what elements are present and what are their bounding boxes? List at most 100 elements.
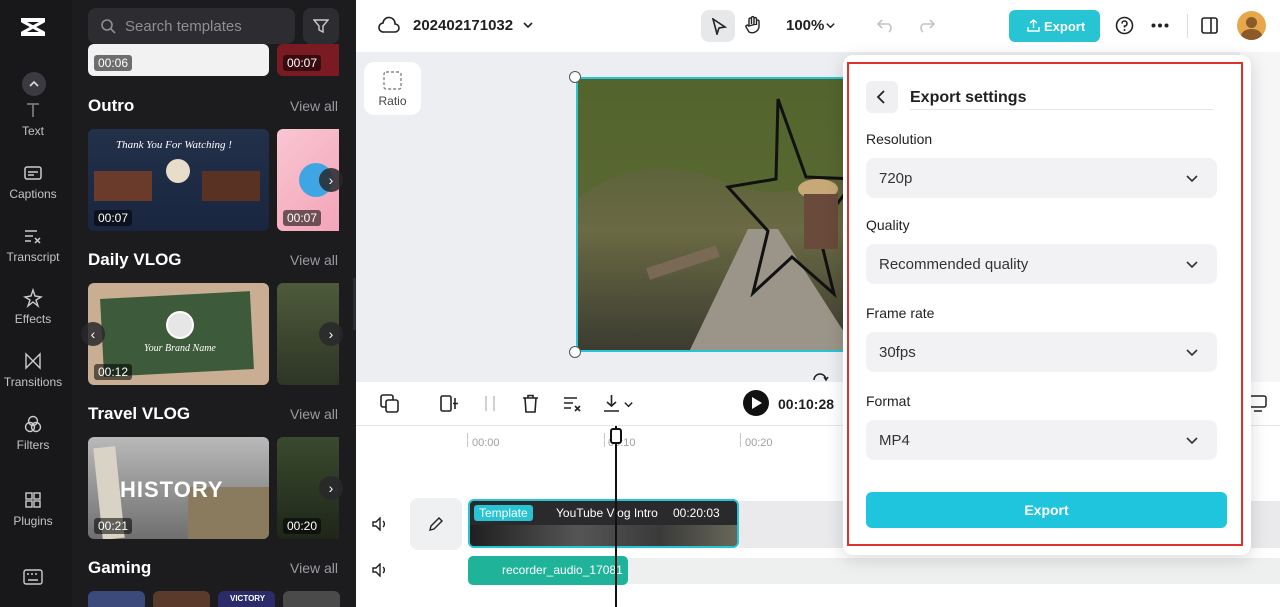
template-card-outro[interactable]: Thank You For Watching ! 00:07 — [88, 129, 269, 231]
card-text: Your Brand Name — [144, 343, 216, 354]
left-rail: Text Captions Transcript Effects Transit… — [0, 0, 72, 607]
copy-icon[interactable] — [380, 394, 399, 413]
filters-icon — [24, 415, 42, 433]
view-all-gaming[interactable]: View all — [290, 560, 338, 576]
resize-handle-bottom-left[interactable] — [569, 346, 581, 358]
current-timecode: 00:10:28 — [778, 396, 835, 412]
chevron-down-icon[interactable] — [825, 20, 836, 31]
rail-item-captions[interactable]: Captions — [0, 163, 66, 201]
rail-item-transitions[interactable]: Transitions — [0, 351, 66, 389]
search-placeholder: Search templates — [125, 18, 242, 35]
help-icon[interactable] — [1115, 16, 1134, 35]
highlight-border — [847, 62, 1243, 546]
template-card-travel-vlog[interactable]: HISTORY 00:21 — [88, 437, 269, 539]
duration-label: 00:06 — [94, 55, 133, 71]
duration-label: 00:07 — [94, 210, 133, 226]
next-arrow-daily-vlog[interactable]: › — [319, 322, 343, 346]
keyboard-icon[interactable] — [23, 569, 43, 585]
search-icon — [101, 19, 116, 34]
volume-icon[interactable] — [372, 563, 388, 577]
filter-button[interactable] — [303, 8, 339, 44]
hand-tool-icon[interactable] — [744, 15, 762, 35]
section-title-gaming: Gaming — [88, 558, 152, 577]
rail-collapse-button[interactable] — [22, 72, 46, 96]
captions-toggle-icon[interactable] — [1249, 394, 1267, 412]
divider — [1187, 14, 1188, 38]
template-card[interactable]: 00:07 — [277, 44, 339, 76]
audio-clip[interactable]: recorder_audio_17081 — [468, 556, 628, 585]
rail-item-effects[interactable]: Effects — [0, 288, 66, 326]
template-card-gaming-3[interactable]: VICTORY — [218, 591, 275, 607]
view-all-travel-vlog[interactable]: View all — [290, 406, 338, 422]
trim-icon[interactable] — [483, 394, 497, 413]
transcript-icon — [25, 230, 41, 244]
export-top-button[interactable]: Export — [1009, 10, 1100, 42]
clip-title: YouTube Vlog Intro — [556, 506, 658, 520]
more-options-icon[interactable] — [1151, 23, 1169, 28]
view-all-outro[interactable]: View all — [290, 98, 338, 114]
search-templates-input[interactable]: Search templates — [88, 8, 295, 44]
play-button[interactable] — [743, 390, 769, 416]
avatar[interactable] — [1237, 11, 1266, 40]
ratio-button[interactable]: Ratio — [364, 62, 421, 115]
resize-handle-top-left[interactable] — [569, 71, 581, 83]
duration-label: 00:07 — [283, 55, 322, 71]
template-card-daily-vlog[interactable]: Your Brand Name 00:12 — [88, 283, 269, 385]
download-icon[interactable] — [602, 394, 621, 413]
template-card-gaming-2[interactable] — [153, 591, 210, 607]
rail-item-transcript[interactable]: Transcript — [0, 226, 66, 264]
transitions-icon — [25, 352, 41, 370]
split-icon[interactable] — [440, 394, 460, 413]
video-preview[interactable] — [576, 77, 856, 352]
transcript-edit-icon[interactable] — [563, 394, 582, 413]
edit-clip-button[interactable] — [410, 498, 462, 550]
undo-icon[interactable] — [877, 17, 895, 33]
rail-item-label: Effects — [14, 312, 52, 326]
template-clip[interactable]: Template YouTube Vlog Intro 00:20:03 — [468, 499, 739, 548]
rail-item-label: Captions — [9, 187, 57, 201]
template-card-gaming-4[interactable] — [283, 591, 340, 607]
delete-icon[interactable] — [522, 394, 539, 413]
next-arrow-outro[interactable]: › — [319, 168, 343, 192]
template-card-gaming[interactable] — [88, 591, 145, 607]
template-card[interactable]: 00:06 — [88, 44, 269, 76]
duration-label: 00:07 — [283, 210, 322, 226]
view-all-daily-vlog[interactable]: View all — [290, 252, 338, 268]
ruler-label: 00:00 — [472, 437, 500, 449]
capcut-logo-icon — [21, 18, 45, 36]
text-icon — [27, 103, 39, 117]
rail-item-label: Filters — [16, 438, 50, 452]
cursor-icon — [711, 18, 727, 35]
chevron-down-icon[interactable] — [522, 19, 534, 31]
cloud-icon[interactable] — [378, 16, 400, 34]
duration-label: 00:12 — [94, 364, 133, 380]
rail-item-label: Transitions — [3, 375, 63, 389]
template-tag: Template — [474, 505, 533, 521]
card-text: VICTORY — [230, 594, 266, 603]
ratio-label: Ratio — [378, 94, 407, 108]
rail-item-label: Transcript — [6, 250, 60, 264]
clip-duration: 00:20:03 — [673, 506, 720, 520]
playhead[interactable] — [615, 426, 617, 607]
project-name[interactable]: 202402171032 — [413, 17, 513, 34]
rail-item-text[interactable]: Text — [0, 100, 66, 138]
rail-item-plugins[interactable]: Plugins — [0, 490, 66, 528]
chevron-down-icon[interactable] — [623, 399, 634, 410]
zoom-level[interactable]: 100% — [786, 17, 824, 34]
layout-panel-icon[interactable] — [1201, 17, 1218, 34]
play-icon — [752, 397, 762, 409]
next-arrow-travel-vlog[interactable]: › — [319, 476, 343, 500]
export-top-label: Export — [1044, 19, 1086, 34]
volume-icon[interactable] — [372, 517, 388, 531]
templates-panel: Search templates 00:06 00:07 Outro View … — [72, 0, 356, 607]
redo-icon[interactable] — [917, 17, 935, 33]
prev-arrow-daily-vlog[interactable]: ‹ — [81, 322, 105, 346]
playhead-handle[interactable] — [610, 428, 622, 444]
rotate-icon[interactable] — [811, 368, 829, 382]
select-tool-button[interactable] — [701, 10, 735, 42]
top-bar: 202402171032 100% Export — [356, 0, 1280, 52]
rail-item-filters[interactable]: Filters — [0, 414, 66, 452]
video-frame — [578, 79, 854, 350]
upload-icon — [1027, 19, 1040, 32]
pencil-icon — [429, 517, 443, 531]
